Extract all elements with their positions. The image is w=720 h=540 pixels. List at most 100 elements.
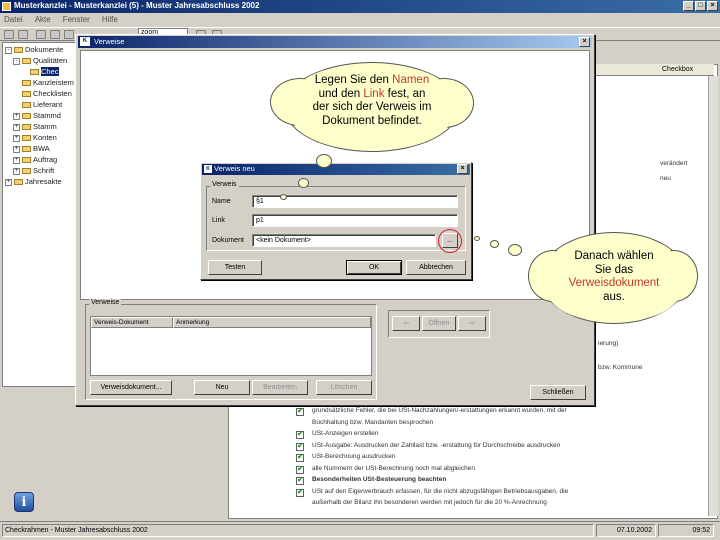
tree-node[interactable]: - Qualitäten — [13, 56, 67, 67]
collapse-icon[interactable]: - — [5, 46, 12, 54]
expand-icon[interactable]: + — [13, 145, 20, 153]
tree-node[interactable]: - Dokumente — [5, 45, 63, 56]
maximize-button[interactable]: □ — [695, 1, 706, 11]
menu-akte[interactable]: Akte — [35, 15, 51, 27]
toolbar-print-icon[interactable] — [50, 30, 60, 39]
toolbar-folder-icon[interactable] — [36, 30, 46, 39]
expand-icon[interactable]: + — [13, 134, 20, 142]
tree-node[interactable]: + Auftrag — [13, 155, 57, 166]
verweis-neu-close-button[interactable]: × — [457, 164, 468, 174]
back-button[interactable]: ⇦ — [392, 316, 420, 331]
folder-icon — [22, 135, 31, 142]
tree-node-label: Konten — [33, 133, 57, 142]
folder-icon — [30, 69, 39, 76]
checklist-row-text: grundsätzliche Fehler, die bei USt-Nachz… — [312, 407, 567, 414]
tree-node[interactable]: Chec — [21, 67, 59, 78]
tree-node-label: Kanzleistem — [33, 78, 74, 87]
expand-icon[interactable]: + — [13, 123, 20, 131]
folder-icon — [22, 80, 31, 87]
close-button[interactable]: × — [707, 1, 718, 11]
tree-node-label: Checklisten — [33, 89, 72, 98]
tree-node[interactable]: + Jahresakte — [5, 177, 62, 188]
column-anmerkung[interactable]: Anmerkung — [173, 317, 371, 328]
checklist-row-text: außerhalb der Bilanz ihn besonderen werd… — [312, 499, 547, 506]
folder-icon — [14, 47, 23, 54]
link-field[interactable]: p1 — [252, 214, 458, 227]
bearbeiten-button[interactable]: Bearbeiten — [252, 380, 308, 395]
minimize-button[interactable]: _ — [683, 1, 694, 11]
expand-icon[interactable]: + — [5, 178, 12, 186]
schliessen-button[interactable]: Schließen — [530, 385, 586, 400]
main-title-bar: Musterkanzlei - Musterkanzlei (5) - Must… — [0, 0, 720, 13]
bubble-right-dot-small — [474, 236, 480, 241]
checklist-header — [594, 64, 714, 76]
column-verweis-dokument[interactable]: Verweis-Dokument — [91, 317, 173, 328]
bubble-top-keyword-link: Link — [363, 87, 385, 100]
testen-button[interactable]: Testen — [208, 260, 262, 275]
tree-node[interactable]: Checklisten — [13, 89, 72, 100]
bubble-top-text-part-2: und den — [318, 87, 364, 100]
bubble-top-text-part-1: Legen Sie den — [314, 74, 393, 86]
info-icon[interactable]: i — [14, 492, 34, 512]
verweise-title: Verweise — [94, 37, 125, 46]
folder-icon — [22, 91, 31, 98]
checkbox-checked-icon[interactable] — [296, 487, 304, 497]
checkbox-checked-icon[interactable] — [296, 406, 304, 416]
folder-icon — [14, 179, 23, 186]
ok-button[interactable]: OK — [346, 260, 402, 275]
tree-node[interactable]: + Schrift — [13, 166, 54, 177]
tree-node[interactable]: + Konten — [13, 133, 57, 144]
checkbox-checked-icon[interactable] — [296, 452, 304, 462]
abbrechen-button[interactable]: Abbrechen — [406, 260, 466, 275]
collapse-icon[interactable]: - — [13, 57, 20, 65]
menu-fenster[interactable]: Fenster — [63, 15, 90, 27]
link-label: Link — [212, 217, 225, 224]
dokument-field[interactable]: <kein Dokument> — [252, 234, 436, 247]
tree-node-label: Stammd — [33, 111, 61, 120]
tree-node[interactable]: Kanzleistem — [13, 78, 74, 89]
side-text-veraendert: verändert — [660, 160, 688, 167]
verweise-close-button[interactable]: × — [579, 37, 590, 47]
checkbox-checked-icon[interactable] — [296, 475, 304, 485]
tree-node[interactable]: Lieferant — [13, 100, 62, 111]
menu-hilfe[interactable]: Hilfe — [102, 15, 118, 27]
menu-bar: Datei Akte Fenster Hilfe — [0, 13, 720, 27]
verweisdokument-button[interactable]: Verweisdokument... — [90, 380, 172, 395]
tree-node[interactable]: + Stammd — [13, 111, 61, 122]
toolbar-back-icon[interactable] — [4, 30, 14, 39]
status-date: 07.10.2002 — [596, 524, 656, 537]
highlight-circle — [438, 229, 462, 253]
neu-button[interactable]: Neu — [194, 380, 250, 395]
tree-node[interactable]: + BWA — [13, 144, 50, 155]
folder-icon — [22, 146, 31, 153]
checklist-row-text: USt-Ausgabe: Ausdrucken der Zahllast bzw… — [312, 441, 561, 449]
toolbar-forward-icon[interactable] — [18, 30, 28, 39]
status-main-text: Checkrahmen - Muster Jahresabschluss 200… — [2, 524, 594, 537]
expand-icon[interactable]: + — [13, 156, 20, 164]
tree-node[interactable]: + Stamm — [13, 122, 57, 133]
checkbox-checked-icon[interactable] — [296, 464, 304, 474]
checkbox-checked-icon[interactable] — [296, 429, 304, 439]
loeschen-button[interactable]: Löschen — [316, 380, 372, 395]
bubble-right-dot-large — [508, 244, 522, 256]
forward-button[interactable]: ⇨ — [458, 316, 486, 331]
bubble-right-text: Danach wählen Sie das Verweisdokument au… — [548, 250, 680, 304]
checkbox-checked-icon[interactable] — [296, 441, 304, 451]
bubble-right-line-1: Danach wählen — [574, 250, 654, 262]
checklist-row-text: alle Nummern der USt-Berechnung noch mal… — [312, 464, 475, 472]
verweise-app-icon: K — [80, 37, 90, 46]
expand-icon[interactable]: + — [13, 167, 20, 175]
tree-node-label: BWA — [33, 144, 50, 153]
bubble-right-line-4: aus. — [603, 290, 625, 303]
bubble-top-keyword-namen: Namen — [392, 74, 430, 86]
expand-icon[interactable]: + — [13, 112, 20, 120]
tree-node-label: Chec — [41, 67, 59, 76]
bubble-top-text-part-3: fest, an — [384, 87, 426, 100]
bubble-right-dot-medium — [490, 240, 499, 248]
toolbar-save-icon[interactable] — [64, 30, 74, 39]
checklist-scrollbar[interactable] — [708, 76, 718, 516]
oeffnen-button[interactable]: Öffnen — [422, 316, 456, 331]
tree-node-label: Schrift — [33, 166, 55, 175]
verweis-neu-title: Verweis neu — [214, 164, 255, 173]
menu-datei[interactable]: Datei — [4, 15, 23, 27]
